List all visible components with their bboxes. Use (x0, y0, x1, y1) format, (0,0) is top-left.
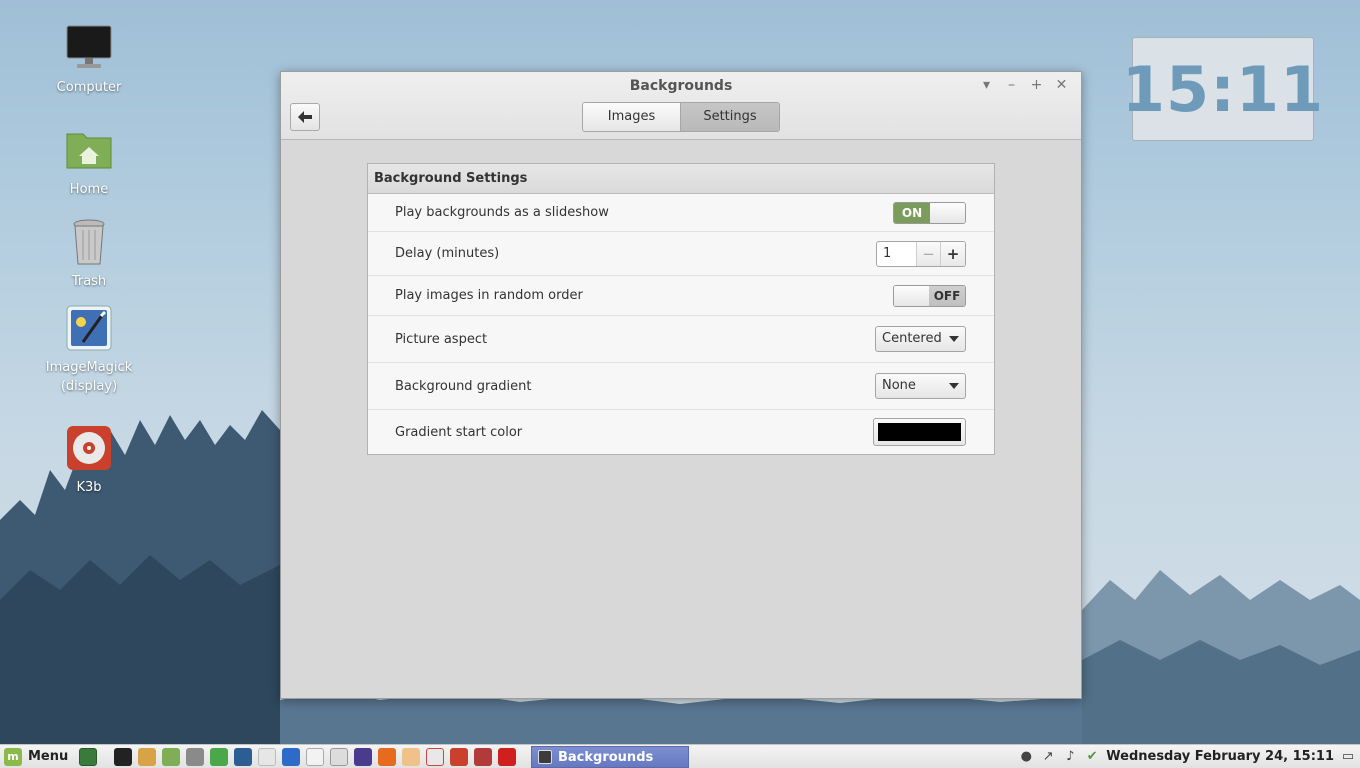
files-icon[interactable] (162, 748, 180, 766)
desktop-icon-home[interactable]: Home (34, 126, 144, 199)
desktop-icon-computer[interactable]: Computer (34, 24, 144, 97)
panel-heading: Background Settings (368, 164, 994, 194)
task-label: Backgrounds (558, 749, 654, 765)
row-label: Picture aspect (395, 331, 488, 347)
row-random-order: Play images in random order OFF (368, 276, 994, 316)
switch-knob (894, 285, 929, 306)
row-background-gradient: Background gradient None (368, 363, 994, 410)
k3b-disc-icon (65, 424, 113, 472)
desktop-icon-label: ImageMagick (display) (45, 360, 133, 394)
switch-off-label: OFF (929, 285, 965, 306)
show-desktop-icon[interactable] (79, 748, 97, 766)
row-gradient-start-color: Gradient start color (368, 410, 994, 454)
row-label: Background gradient (395, 378, 532, 394)
wallpaper-icon[interactable] (354, 748, 372, 766)
taskbar-window-backgrounds[interactable]: Backgrounds (531, 746, 689, 768)
network-icon[interactable]: ↗ (1040, 749, 1056, 765)
maximize-button[interactable]: + (1027, 76, 1046, 94)
row-label: Play images in random order (395, 288, 583, 303)
taskbar: m Menu Backgrounds ● ↗ ♪ ✔ Wednesday Feb… (0, 744, 1360, 768)
row-slideshow: Play backgrounds as a slideshow ON (368, 194, 994, 232)
tab-images[interactable]: Images (583, 103, 681, 131)
background-settings-panel: Background Settings Play backgrounds as … (367, 163, 995, 455)
close-button[interactable]: ✕ (1052, 76, 1071, 94)
switch-knob (930, 202, 965, 223)
text-editor-icon[interactable] (258, 748, 276, 766)
backgrounds-window: Backgrounds ▾ – + ✕ Images Settings Back… (280, 71, 1082, 699)
desktop-icon-label: Trash (71, 274, 107, 289)
image-viewer-icon[interactable] (138, 748, 156, 766)
help-icon[interactable] (282, 748, 300, 766)
window-controls: ▾ – + ✕ (977, 76, 1071, 94)
row-label: Gradient start color (395, 424, 523, 440)
desktop-icon-label: Home (69, 182, 109, 197)
document-icon[interactable] (306, 748, 324, 766)
background-gradient-dropdown[interactable]: None (875, 373, 966, 399)
dropdown-value: Centered (882, 331, 942, 346)
row-picture-aspect: Picture aspect Centered (368, 316, 994, 363)
row-label: Delay (minutes) (395, 246, 500, 261)
software-manager-icon[interactable] (210, 748, 228, 766)
target-icon[interactable] (426, 748, 444, 766)
gradient-start-color-button[interactable] (873, 418, 966, 446)
desktop-icon-imagemagick[interactable]: ImageMagick (display) (34, 304, 144, 396)
desktop-icon-trash[interactable]: Trash (34, 218, 144, 291)
row-delay: Delay (minutes) 1 − + (368, 232, 994, 276)
system-tray: ● ↗ ♪ ✔ Wednesday February 24, 15:11 ▭ (1018, 745, 1356, 768)
screenshot-icon[interactable] (186, 748, 204, 766)
terminal-icon[interactable] (114, 748, 132, 766)
dropdown-arrow-icon (949, 383, 959, 389)
opera-icon[interactable] (498, 748, 516, 766)
trash-icon (65, 218, 113, 266)
minimize-button[interactable]: – (1002, 76, 1021, 94)
picture-aspect-dropdown[interactable]: Centered (875, 326, 966, 352)
random-order-switch[interactable]: OFF (893, 284, 966, 307)
menu-button[interactable]: m Menu (4, 745, 68, 768)
home-folder-icon (65, 126, 113, 174)
eye-viewer-icon[interactable] (402, 748, 420, 766)
view-switcher: Images Settings (582, 102, 780, 132)
back-button[interactable] (290, 103, 320, 131)
update-shield-icon[interactable]: ✔ (1084, 749, 1100, 765)
video-player-icon[interactable] (234, 748, 252, 766)
decrement-button[interactable]: − (917, 241, 941, 266)
row-label: Play backgrounds as a slideshow (395, 205, 609, 220)
mint-logo-icon: m (4, 747, 22, 766)
slideshow-switch[interactable]: ON (893, 201, 966, 224)
imagemagick-icon (65, 304, 113, 352)
desktop-icon-k3b[interactable]: K3b (34, 424, 144, 497)
backgrounds-app-icon (538, 750, 552, 764)
app-launcher-icon[interactable] (474, 748, 492, 766)
window-list-icon[interactable]: ▭ (1340, 749, 1356, 765)
firefox-icon[interactable] (378, 748, 396, 766)
computer-icon (65, 24, 113, 72)
window-title: Backgrounds (629, 78, 733, 94)
desktop-icon-label: K3b (76, 480, 102, 495)
increment-button[interactable]: + (941, 241, 965, 266)
window-menu-button[interactable]: ▾ (977, 76, 996, 94)
dropdown-arrow-icon (949, 336, 959, 342)
tab-settings[interactable]: Settings (681, 103, 779, 131)
desktop-icon-label: Computer (56, 80, 122, 95)
k3b-icon[interactable] (450, 748, 468, 766)
clock-desklet: 15:11 (1122, 37, 1323, 141)
menu-label: Menu (28, 749, 69, 764)
delay-value-input[interactable]: 1 (877, 241, 917, 266)
volume-icon[interactable]: ♪ (1062, 749, 1078, 765)
dropdown-value: None (882, 378, 916, 393)
shield-icon[interactable] (330, 748, 348, 766)
back-arrow-icon (298, 111, 312, 123)
user-icon[interactable]: ● (1018, 749, 1034, 765)
switch-on-label: ON (894, 202, 930, 223)
delay-spinbutton: 1 − + (876, 240, 966, 267)
color-swatch (878, 423, 961, 441)
taskbar-clock[interactable]: Wednesday February 24, 15:11 (1106, 749, 1334, 764)
window-titlebar[interactable]: Backgrounds ▾ – + ✕ Images Settings (281, 72, 1081, 140)
